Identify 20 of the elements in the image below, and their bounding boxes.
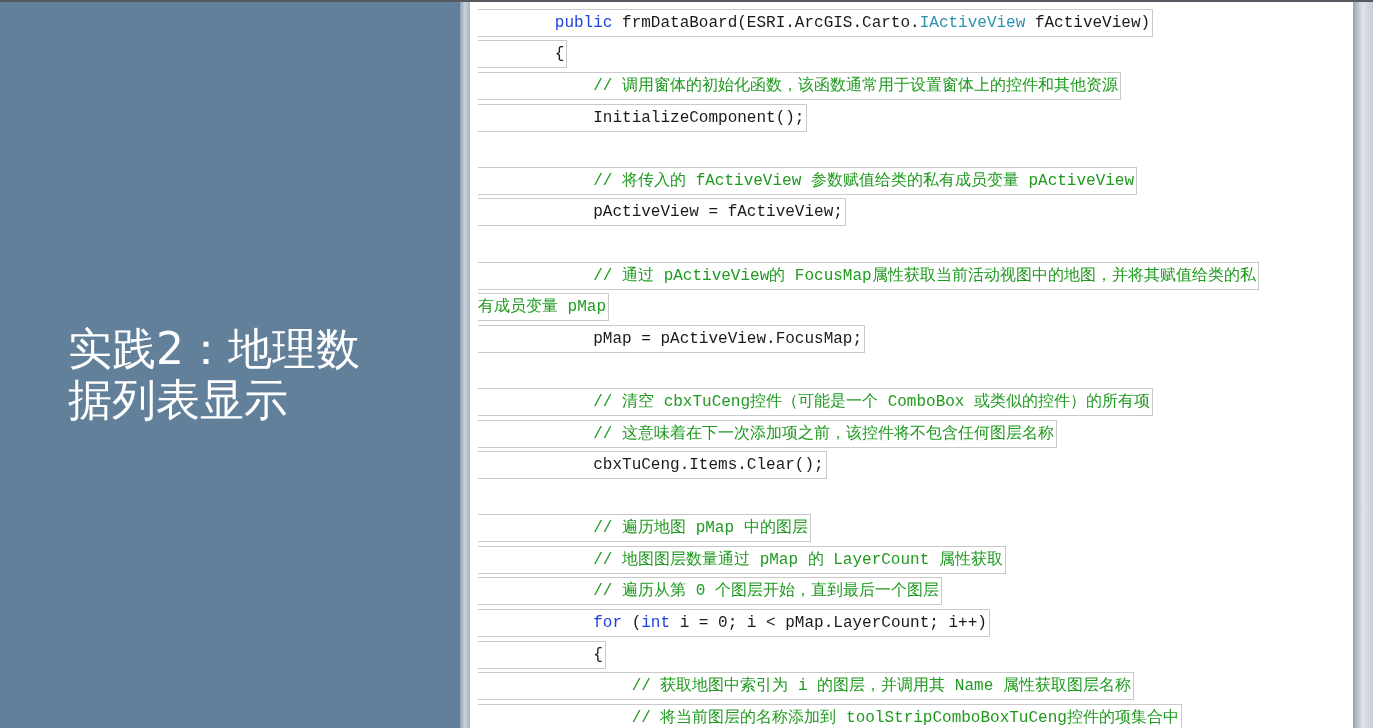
code-line: // 获取地图中索引为 i 的图层，并调用其 Name 属性获取图层名称 xyxy=(478,672,1134,701)
code-line: pActiveView = fActiveView; xyxy=(478,198,846,227)
code-line: // 这意味着在下一次添加项之前，该控件将不包含任何图层名称 xyxy=(478,419,1058,448)
slide-title: 实践2：地理数据列表显示 xyxy=(68,322,361,426)
code-line: // 调用窗体的初始化函数，该函数通常用于设置窗体上的控件和其他资源 xyxy=(478,72,1122,100)
code-line: // 将传入的 fActiveView 参数赋值给类的私有成员变量 pActiveView xyxy=(478,166,1138,195)
code-line: // 将当前图层的名称添加到 toolStripComboBoxTuCeng控件的项集合中 xyxy=(478,703,1182,728)
code-line: { xyxy=(478,640,606,669)
code-line: // 通过 pActiveView的 FocusMap属性获取当前活动视图中的地图，并将其赋值给类的私 xyxy=(478,261,1259,290)
code-line: 有成员变量 pMap xyxy=(478,293,609,322)
code-line: { xyxy=(478,40,568,69)
code-line: // 清空 cbxTuCeng控件（可能是一个 ComboBox 或类似的控件）的所有项 xyxy=(478,387,1154,416)
code-line: // 地图图层数量通过 pMap 的 LayerCount 属性获取 xyxy=(478,545,1006,574)
code-line: // 遍历地图 pMap 中的图层 xyxy=(478,514,811,543)
code-line: public frmDataBoard(ESRI.ArcGIS.Carto.IActiveView fActiveView) xyxy=(478,8,1154,37)
code-line: // 遍历从第 0 个图层开始，直到最后一个图层 xyxy=(478,577,942,606)
code-line: for (int i = 0; i < pMap.LayerCount; i++) xyxy=(478,609,990,638)
code-line: InitializeComponent(); xyxy=(478,103,808,132)
code-line: pMap = pActiveView.FocusMap; xyxy=(478,324,866,353)
code-line: cbxTuCeng.Items.Clear(); xyxy=(478,451,827,480)
